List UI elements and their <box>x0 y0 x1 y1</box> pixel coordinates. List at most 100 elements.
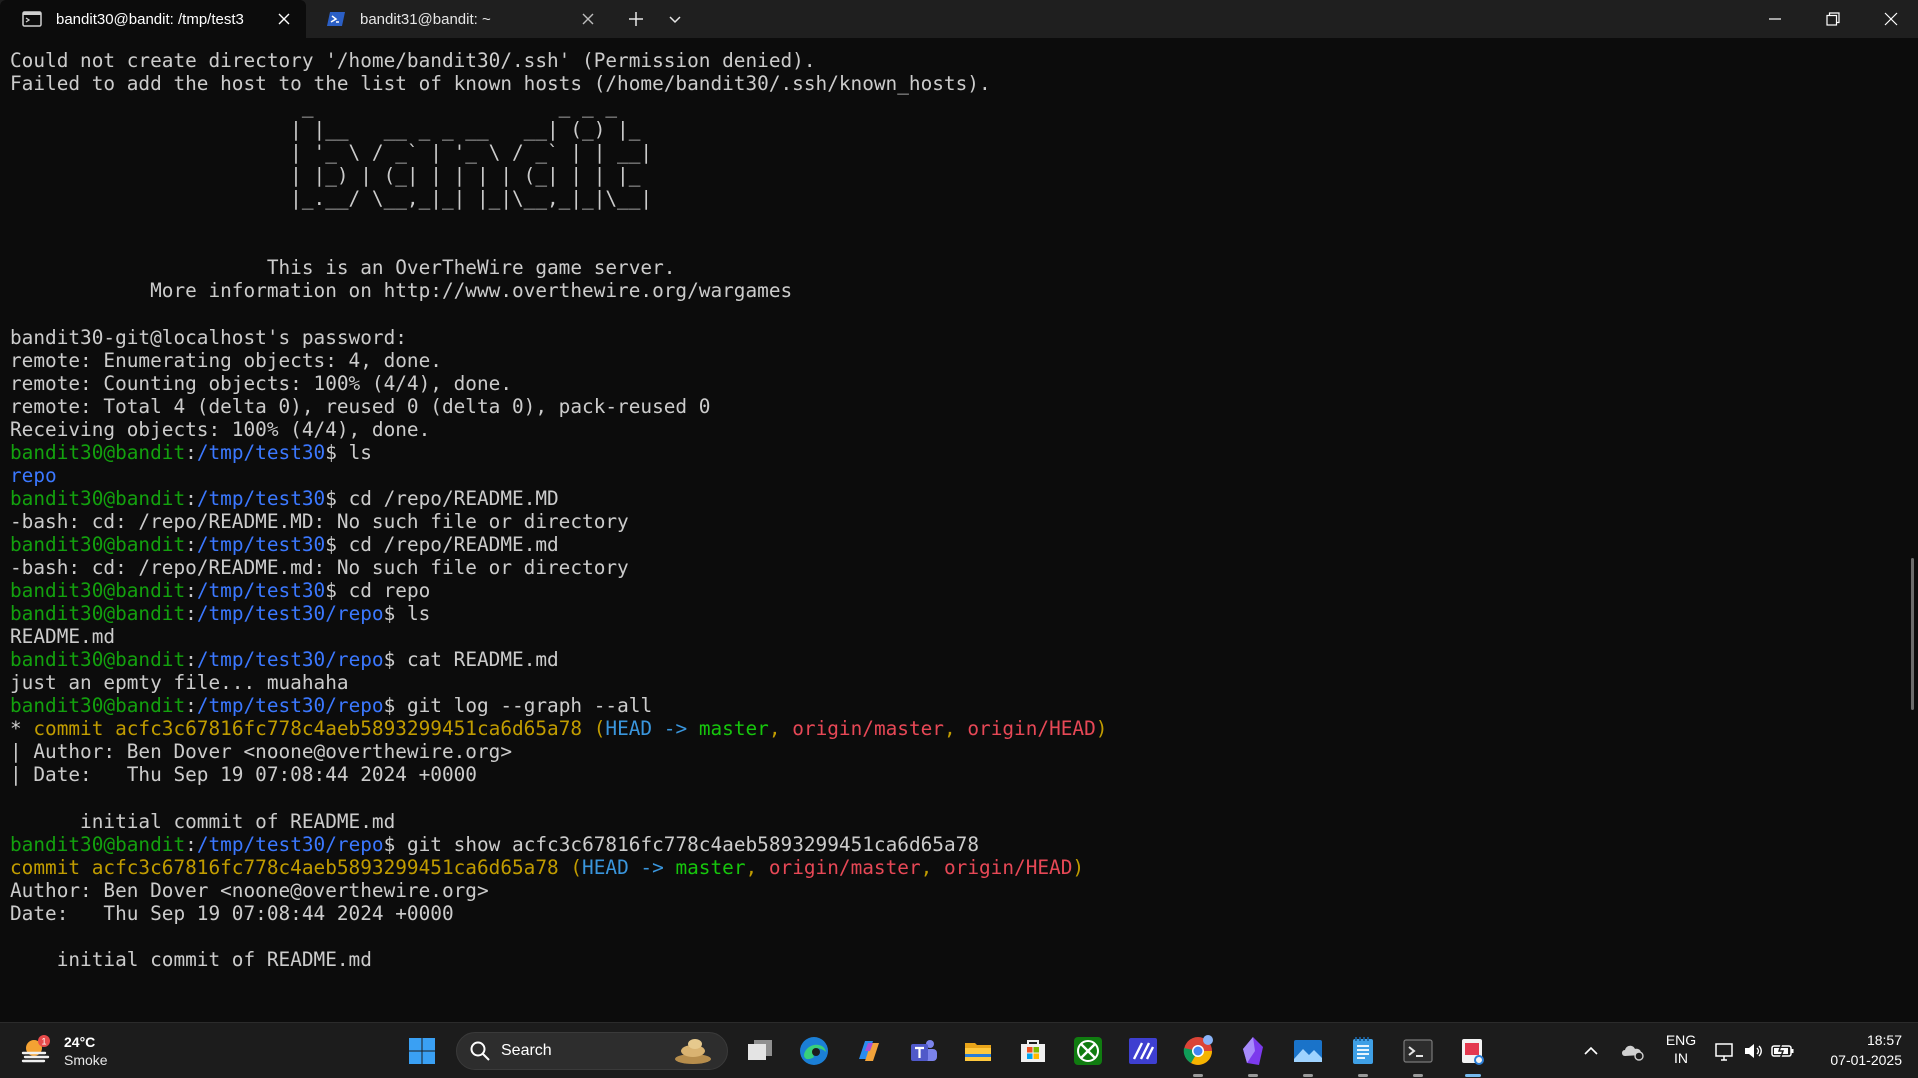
terminal-segment: bandit30@bandit <box>10 694 186 718</box>
terminal-segment: initial commit of README.md <box>10 809 396 833</box>
photos-button[interactable] <box>1288 1031 1328 1077</box>
weather-description: Smoke <box>64 1052 108 1068</box>
pen-app-button[interactable] <box>1123 1031 1163 1071</box>
powershell-icon <box>327 12 345 26</box>
clock[interactable]: 18:57 07-01-2025 <box>1806 1030 1902 1070</box>
copilot-button[interactable] <box>849 1031 889 1071</box>
terminal-line: bandit30@bandit:/tmp/test30$ ls <box>10 441 1107 464</box>
terminal-line: bandit30@bandit:/tmp/test30/repo$ cat RE… <box>10 648 1107 671</box>
terminal-line: _ _ _ _ <box>10 95 1107 118</box>
close-window-button[interactable] <box>1862 0 1918 38</box>
close-icon[interactable] <box>276 11 292 27</box>
chrome-button[interactable] <box>1178 1031 1218 1077</box>
terminal-segment: : <box>185 579 197 603</box>
terminal-segment: $ git log --graph --all <box>383 694 653 718</box>
notepad-icon <box>1353 1037 1373 1064</box>
terminal-segment: : <box>185 602 197 626</box>
terminal-output[interactable]: Could not create directory '/home/bandit… <box>0 38 1918 1022</box>
terminal-segment: bandit30@bandit <box>10 579 186 603</box>
terminal-segment: $ cat README.md <box>383 648 559 672</box>
terminal-line: More information on http://www.overthewi… <box>10 279 1107 302</box>
terminal-segment: remote: Total 4 (delta 0), reused 0 (del… <box>10 394 711 418</box>
task-view-icon <box>748 1040 772 1060</box>
terminal-line: README.md <box>10 625 1107 648</box>
notepad-button[interactable] <box>1343 1031 1383 1077</box>
terminal-segment: Receiving objects: 100% (4/4), done. <box>10 417 431 441</box>
new-tab-icon[interactable] <box>625 8 647 30</box>
tab-bandit31[interactable]: bandit31@bandit: ~ <box>310 0 610 38</box>
terminal-segment: $ cd /repo/README.md <box>325 532 559 556</box>
terminal-segment: /tmp/test30 <box>196 440 326 464</box>
terminal-segment: This is an OverTheWire game server. <box>10 256 676 280</box>
minimize-button[interactable] <box>1746 0 1804 38</box>
battery-icon[interactable] <box>1770 1040 1796 1062</box>
terminal-segment: | |__ __ _ _ __ __| (_) |_ <box>10 118 653 142</box>
terminal-segment: , <box>943 717 968 741</box>
terminal-line: Receiving objects: 100% (4/4), done. <box>10 418 1107 441</box>
close-icon[interactable] <box>580 11 596 27</box>
terminal-segment: commit acfc3c67816fc778c4aeb5893299451ca… <box>10 855 583 879</box>
terminal-segment: |_.__/ \__,_|_| |_|\__,_|_|\__| <box>10 187 653 211</box>
start-button[interactable] <box>402 1031 442 1071</box>
start-icon <box>409 1038 435 1064</box>
terminal-icon <box>1403 1039 1433 1063</box>
store-icon <box>1021 1040 1045 1062</box>
obsidian-button[interactable] <box>1233 1031 1273 1077</box>
terminal-segment: origin/master <box>792 717 944 741</box>
chrome-icon <box>1183 1035 1213 1065</box>
volume-icon[interactable] <box>1742 1040 1764 1062</box>
file-explorer-button[interactable] <box>958 1031 998 1071</box>
search-icon <box>470 1041 490 1061</box>
onedrive-icon[interactable] <box>1620 1039 1646 1063</box>
terminal-segment: | '_ \ / _` | '_ \ / _` | | __| <box>10 141 653 165</box>
tab-bandit30[interactable]: bandit30@bandit: /tmp/test3 <box>0 0 306 38</box>
obsidian-icon <box>1243 1037 1263 1065</box>
search-highlight-icon <box>675 1039 711 1064</box>
chevron-down-icon[interactable] <box>664 8 686 30</box>
terminal-segment: -bash: cd: /repo/README.md: No such file… <box>10 556 629 580</box>
terminal-segment: More information on http://www.overthewi… <box>10 279 793 303</box>
terminal-taskbar-button[interactable] <box>1398 1031 1438 1077</box>
copilot-icon <box>859 1041 879 1061</box>
network-icon[interactable] <box>1714 1040 1736 1062</box>
terminal-segment: $ git show acfc3c67816fc778c4aeb58932994… <box>383 832 979 856</box>
terminal-line: bandit30@bandit:/tmp/test30$ cd repo <box>10 579 1107 602</box>
terminal-segment: /tmp/test30 <box>196 579 326 603</box>
weather-widget[interactable]: 1 24°C Smoke <box>20 1029 108 1073</box>
terminal-segment: origin/master <box>768 855 921 879</box>
close-icon <box>1884 12 1898 26</box>
terminal-text: Could not create directory '/home/bandit… <box>10 49 1107 971</box>
scrollbar[interactable] <box>1911 558 1914 710</box>
terminal-segment: bandit30@bandit <box>10 832 186 856</box>
snipping-tool-button[interactable] <box>1453 1031 1493 1077</box>
terminal-segment: bandit30-git@localhost's password: <box>10 325 407 349</box>
edge-icon <box>800 1037 828 1065</box>
terminal-segment: repo <box>10 463 57 487</box>
terminal-segment: $ cd /repo/README.MD <box>325 486 559 510</box>
terminal-segment: : <box>185 486 197 510</box>
xbox-button[interactable] <box>1068 1031 1108 1071</box>
terminal-segment: /tmp/test30 <box>196 532 326 556</box>
terminal-line: bandit30@bandit:/tmp/test30/repo$ git sh… <box>10 833 1107 856</box>
task-view-button[interactable] <box>740 1031 780 1071</box>
region-label: IN <box>1674 1050 1688 1066</box>
terminal-segment: : <box>185 532 197 556</box>
terminal-line: | '_ \ / _` | '_ \ / _` | | __| <box>10 141 1107 164</box>
restore-icon <box>1826 12 1840 26</box>
terminal-segment: /tmp/test30 <box>196 486 326 510</box>
terminal-line: bandit30@bandit:/tmp/test30/repo$ git lo… <box>10 694 1107 717</box>
teams-button[interactable] <box>904 1031 944 1071</box>
search-label: Search <box>501 1042 552 1059</box>
chevron-up-icon[interactable] <box>1582 1042 1600 1060</box>
search-box[interactable]: Search <box>456 1032 728 1070</box>
language-indicator[interactable]: ENG IN <box>1660 1031 1702 1067</box>
terminal-line: -bash: cd: /repo/README.MD: No such file… <box>10 510 1107 533</box>
xbox-icon <box>1074 1037 1102 1065</box>
restore-button[interactable] <box>1804 0 1862 38</box>
terminal-segment: Date: Thu Sep 19 07:08:44 2024 +0000 <box>10 901 454 925</box>
edge-button[interactable] <box>794 1031 834 1071</box>
store-button[interactable] <box>1013 1031 1053 1071</box>
terminal-segment: $ cd repo <box>325 579 431 603</box>
